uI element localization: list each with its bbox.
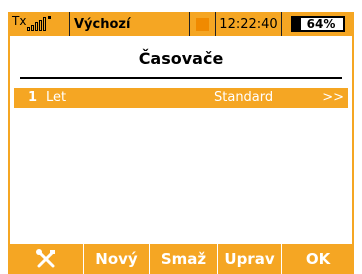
list-item[interactable]: 1 Let Standard >>	[14, 88, 348, 108]
ok-button[interactable]: OK	[282, 244, 354, 274]
footer-toolbar: Nový Smaž Uprav OK	[8, 244, 354, 274]
edit-button[interactable]: Uprav	[218, 244, 282, 274]
battery-indicator: 64%	[282, 12, 354, 36]
timer-name: Let	[46, 90, 67, 105]
title-divider	[20, 77, 342, 79]
tx-dot-icon	[48, 16, 52, 19]
tx-label: Tx	[12, 14, 27, 28]
timer-index: 1	[28, 90, 38, 105]
status-square-icon	[196, 17, 209, 31]
delete-button[interactable]: Smaž	[150, 244, 218, 274]
wrench-screwdriver-icon	[35, 249, 55, 268]
new-button[interactable]: Nový	[84, 244, 150, 274]
tx-signal: Tx	[8, 12, 70, 36]
clock: 12:22:40	[216, 12, 282, 36]
tools-button[interactable]	[8, 244, 84, 274]
signal-bars-icon	[27, 17, 47, 31]
status-bar: Tx Výchozí 12:22:40 64%	[8, 12, 354, 36]
main-panel: Časovače 1 Let Standard >>	[8, 36, 354, 244]
page-title: Časovače	[138, 49, 224, 68]
model-name[interactable]: Výchozí	[70, 12, 190, 36]
top-strip	[0, 0, 362, 12]
more-arrow-icon: >>	[322, 90, 344, 105]
status-indicator	[190, 12, 216, 36]
frame-right	[352, 36, 354, 244]
timer-type: Standard	[214, 90, 274, 105]
frame-left	[8, 36, 10, 244]
battery-level: 64%	[306, 17, 336, 31]
battery-icon: 64%	[291, 16, 345, 32]
